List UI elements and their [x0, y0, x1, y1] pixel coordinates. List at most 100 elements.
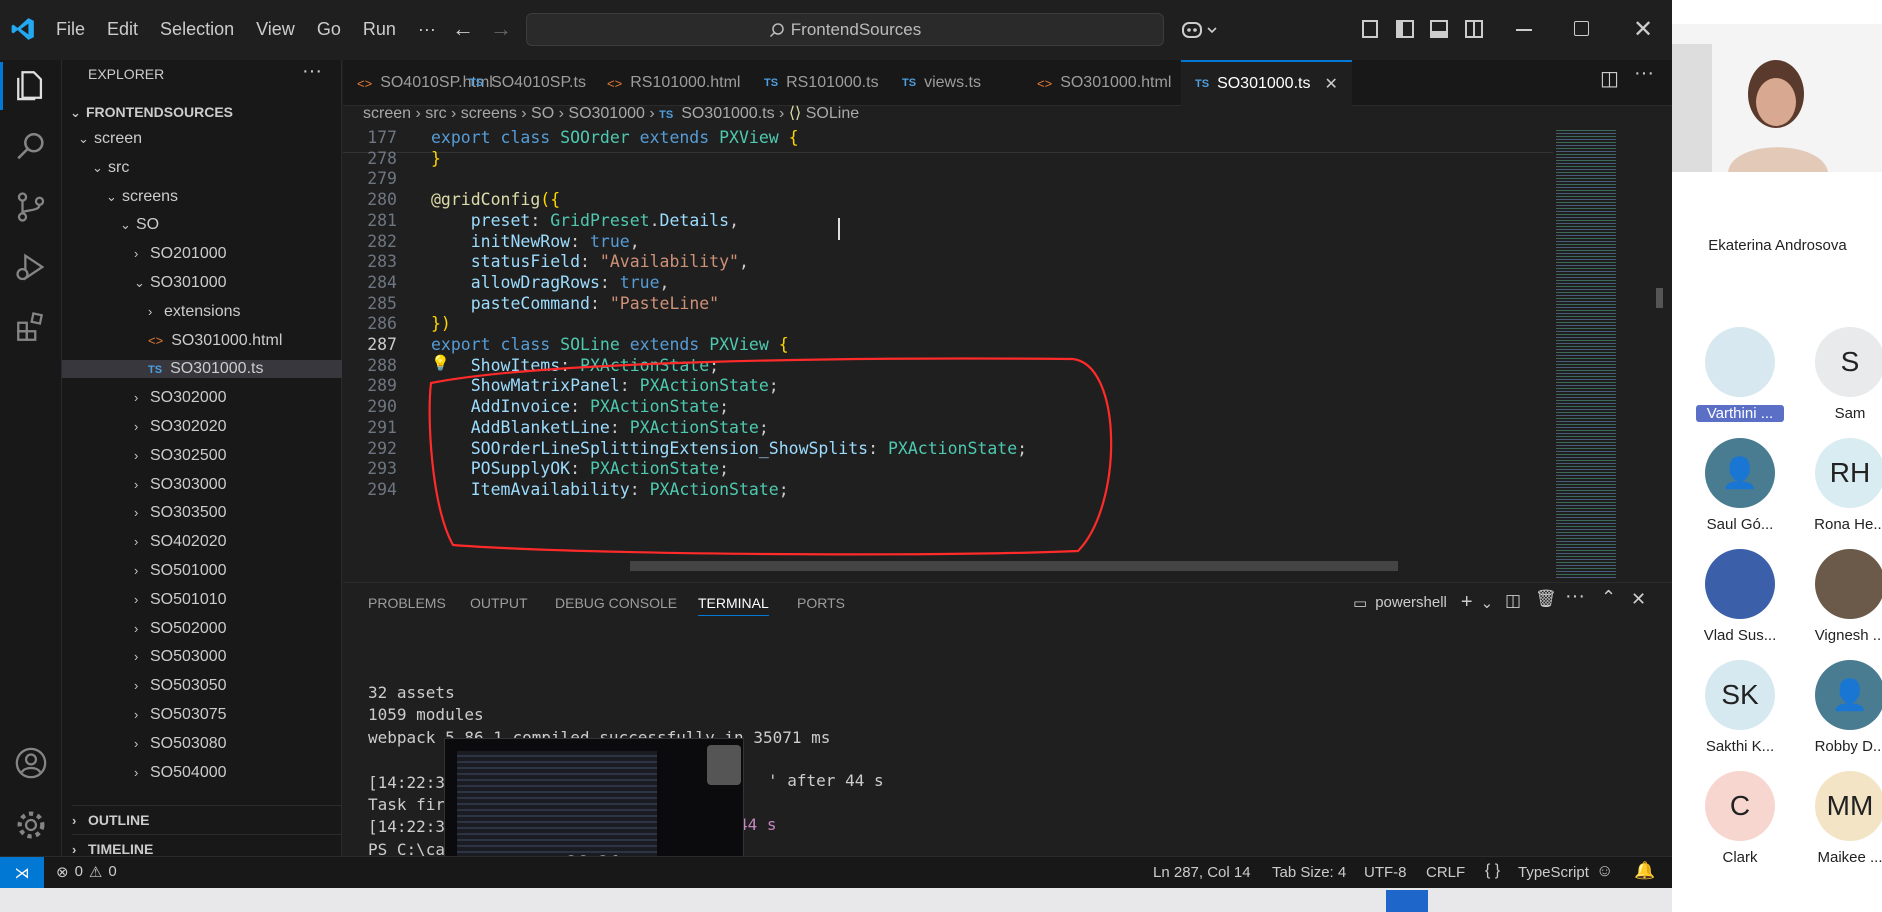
close-tab-icon[interactable]: ✕	[1324, 74, 1337, 94]
new-terminal-icon[interactable]: +	[1461, 591, 1473, 614]
participant-avatar[interactable]: 👤	[1705, 438, 1775, 508]
participant-avatar[interactable]: S	[1815, 327, 1882, 397]
run-debug-icon[interactable]	[14, 250, 48, 284]
restore-icon[interactable]	[1574, 21, 1589, 36]
cursor-position[interactable]: Ln 287, Col 14	[1153, 864, 1251, 881]
chevron-down-icon[interactable]: ⌄	[1481, 594, 1494, 612]
maximize-panel-icon[interactable]: ⌃	[1601, 587, 1616, 608]
workspace-root[interactable]: ⌄ FRONTENDSOURCES	[70, 104, 233, 121]
breadcrumb-item[interactable]: SOLine	[806, 105, 859, 122]
tab-size[interactable]: Tab Size: 4	[1272, 864, 1346, 881]
back-arrow-icon[interactable]: ←	[452, 16, 474, 42]
minimap[interactable]	[1553, 128, 1663, 578]
participant-avatar[interactable]: 👤	[1815, 660, 1882, 730]
horizontal-scrollbar[interactable]	[630, 561, 1398, 571]
breadcrumb-item[interactable]: SO301000	[568, 105, 645, 122]
customize-layout-icon[interactable]	[1362, 20, 1378, 38]
folder-item[interactable]: › extensions	[148, 303, 241, 321]
menu-edit[interactable]: Edit	[107, 19, 138, 40]
explorer-icon[interactable]	[14, 68, 48, 102]
participant-avatar[interactable]: SK	[1705, 660, 1775, 730]
taskbar-app-icon[interactable]	[1386, 890, 1428, 912]
encoding[interactable]: UTF-8	[1364, 864, 1407, 881]
tab-rs101000-ts[interactable]: TS RS101000.ts	[750, 60, 893, 106]
extensions-icon[interactable]	[14, 310, 48, 344]
close-window-icon[interactable]: ✕	[1633, 15, 1653, 44]
tab-views-ts[interactable]: TS views.ts	[888, 60, 995, 106]
folder-item[interactable]: › SO201000	[134, 245, 227, 263]
folder-item[interactable]: › SO504000	[134, 764, 227, 782]
toggle-secondary-sidebar-icon[interactable]	[1465, 20, 1483, 38]
explorer-more-icon[interactable]: ···	[302, 60, 322, 83]
breadcrumb-item[interactable]: SO	[531, 105, 554, 122]
folder-item[interactable]: › SO303000	[134, 476, 227, 494]
panel-tab-terminal[interactable]: TERMINAL	[698, 595, 769, 616]
command-center-search[interactable]: FrontendSources	[526, 13, 1164, 46]
problems-status[interactable]: ⊗ 0 ⚠ 0	[56, 863, 117, 881]
file-item[interactable]: <> SO301000.html	[148, 332, 282, 350]
terminal-selector[interactable]: ▭ powershell + ⌄	[1353, 591, 1493, 614]
panel-tab-output[interactable]: OUTPUT	[470, 595, 528, 611]
folder-item[interactable]: ⌄ screens	[106, 188, 178, 206]
accounts-icon[interactable]	[14, 746, 48, 780]
folder-item[interactable]: ⌄ screen	[78, 130, 142, 148]
folder-item[interactable]: › SO303500	[134, 504, 227, 522]
breadcrumb-item[interactable]: src	[425, 105, 446, 122]
folder-item[interactable]: › SO302000	[134, 389, 227, 407]
menu-run[interactable]: Run	[363, 19, 396, 40]
copilot-icon[interactable]	[1180, 18, 1220, 42]
toggle-panel-icon[interactable]	[1430, 20, 1448, 38]
notifications-bell-icon[interactable]: 🔔	[1634, 861, 1655, 881]
scrollbar-thumb[interactable]	[1656, 288, 1663, 308]
menu-file[interactable]: File	[56, 19, 85, 40]
tab-so4010sp-ts[interactable]: TS SO4010SP.ts	[455, 60, 600, 106]
tab-so301000-html[interactable]: <> SO301000.html	[1023, 60, 1185, 106]
folder-item[interactable]: › SO501000	[134, 562, 227, 580]
trash-icon[interactable]: 🗑	[1535, 589, 1557, 609]
breadcrumb-item[interactable]: screen	[363, 105, 411, 122]
menu-view[interactable]: View	[256, 19, 295, 40]
split-editor-icon[interactable]: ◫	[1600, 66, 1619, 91]
panel-more-icon[interactable]: ···	[1565, 585, 1585, 608]
forward-arrow-icon[interactable]: →	[490, 16, 512, 42]
language-mode[interactable]: TypeScript	[1518, 864, 1589, 881]
folder-item[interactable]: ⌄ SO301000	[134, 274, 227, 292]
participant-avatar[interactable]	[1705, 549, 1775, 619]
panel-tab-ports[interactable]: PORTS	[797, 595, 845, 611]
menu-selection[interactable]: Selection	[160, 19, 234, 40]
participant-avatar[interactable]	[1705, 327, 1775, 397]
participant-avatar[interactable]: MM	[1815, 771, 1882, 841]
copilot-status-icon[interactable]: ☺	[1596, 861, 1613, 881]
folder-item[interactable]: › SO503050	[134, 677, 227, 695]
outline-section[interactable]: › OUTLINE	[72, 805, 342, 828]
file-item[interactable]: TS SO301000.ts	[62, 360, 342, 379]
folder-item[interactable]: › SO503080	[134, 735, 227, 753]
editor-more-icon[interactable]: ···	[1634, 62, 1654, 85]
remote-indicator-icon[interactable]: ⋊	[0, 857, 44, 889]
participant-avatar[interactable]: C	[1705, 771, 1775, 841]
end-of-line[interactable]: CRLF	[1426, 864, 1465, 881]
folder-item[interactable]: › SO502000	[134, 620, 227, 638]
participant-avatar[interactable]: RH	[1815, 438, 1882, 508]
panel-tab-debug-console[interactable]: DEBUG CONSOLE	[555, 595, 677, 611]
folder-item[interactable]: › SO302020	[134, 418, 227, 436]
tab-so301000-ts[interactable]: TS SO301000.ts ✕	[1181, 60, 1352, 106]
split-terminal-icon[interactable]: ◫	[1505, 591, 1521, 611]
search-icon[interactable]	[14, 130, 48, 164]
panel-tab-problems[interactable]: PROBLEMS	[368, 595, 446, 611]
folder-item[interactable]: › SO503000	[134, 648, 227, 666]
timeline-section[interactable]: › TIMELINE	[72, 834, 342, 857]
participant-avatar[interactable]	[1815, 549, 1882, 619]
source-control-icon[interactable]	[14, 190, 48, 224]
settings-gear-icon[interactable]	[14, 808, 48, 842]
close-panel-icon[interactable]: ✕	[1631, 589, 1646, 610]
folder-item[interactable]: › SO402020	[134, 533, 227, 551]
menu-go[interactable]: Go	[317, 19, 341, 40]
folder-item[interactable]: › SO503075	[134, 706, 227, 724]
breadcrumb-item[interactable]: SO301000.ts	[681, 105, 774, 122]
menu-more[interactable]: ···	[418, 19, 436, 40]
toggle-sidebar-icon[interactable]	[1396, 20, 1414, 38]
folder-item[interactable]: ⌄ src	[92, 159, 129, 177]
breadcrumb-item[interactable]: screens	[461, 105, 517, 122]
tab-rs101000-html[interactable]: <> RS101000.html	[593, 60, 754, 106]
